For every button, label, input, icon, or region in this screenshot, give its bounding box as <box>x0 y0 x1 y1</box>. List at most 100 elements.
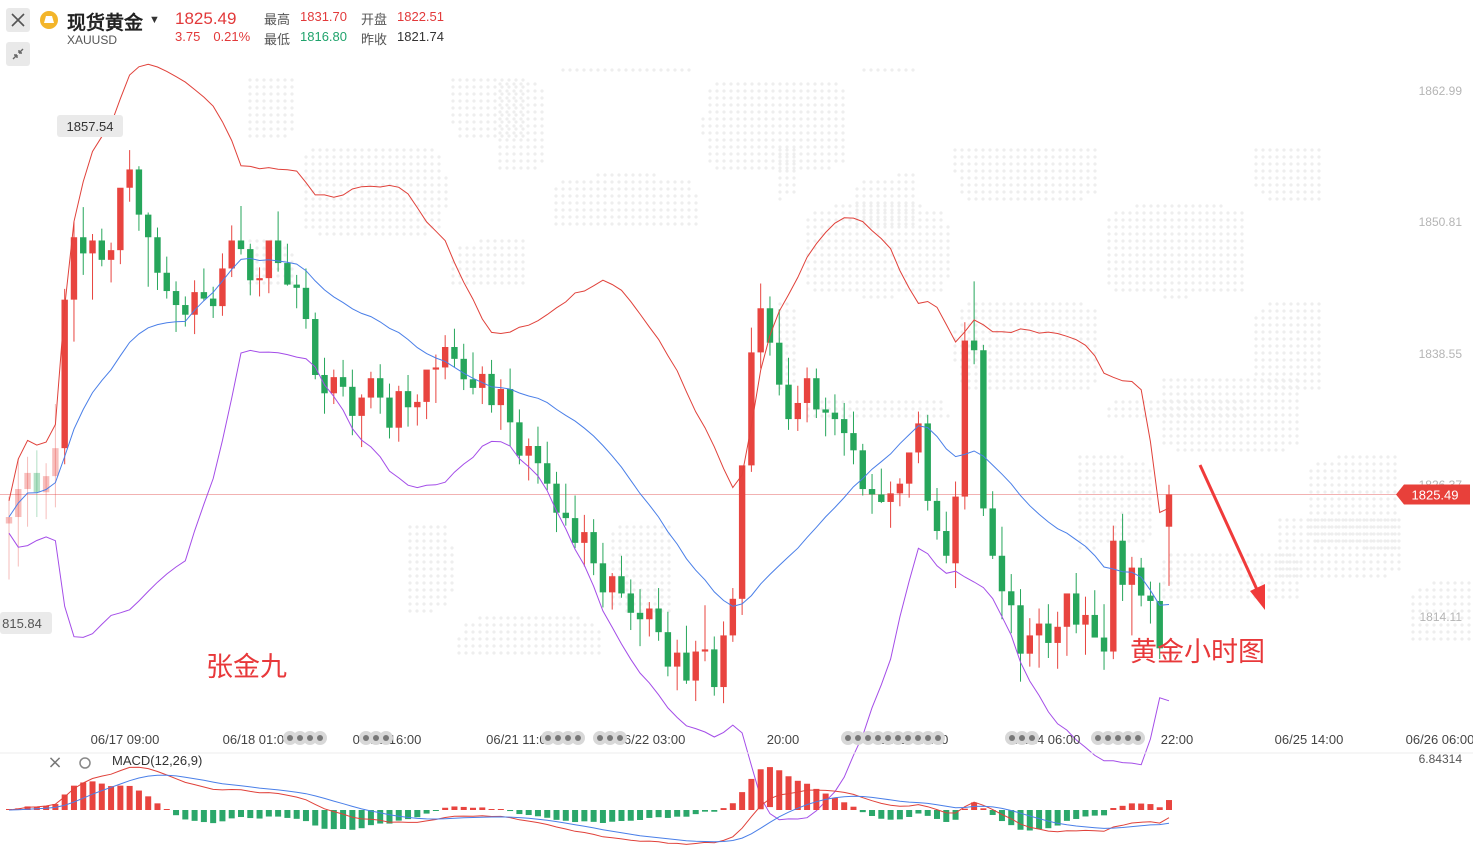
map-dot <box>416 225 420 229</box>
map-dot <box>1254 323 1258 327</box>
map-dot <box>673 68 677 72</box>
map-dot <box>1316 518 1320 522</box>
map-dot <box>1107 253 1111 257</box>
candle-up <box>107 250 115 260</box>
map-dot <box>855 215 859 219</box>
map-dot <box>519 145 523 149</box>
map-dot <box>1170 246 1174 250</box>
map-dot <box>1170 288 1174 292</box>
map-dot <box>1386 511 1390 515</box>
event-marker-core <box>935 735 941 741</box>
map-dot <box>1282 323 1286 327</box>
map-dot <box>1351 518 1355 522</box>
map-dot <box>1058 162 1062 166</box>
map-dot <box>458 246 462 250</box>
map-dot <box>1128 407 1132 411</box>
map-dot <box>1310 323 1314 327</box>
map-dot <box>1323 490 1327 494</box>
map-dot <box>1240 274 1244 278</box>
map-dot <box>479 260 483 264</box>
map-dot <box>1072 330 1076 334</box>
map-dot <box>813 288 817 292</box>
map-dot <box>806 246 810 250</box>
map-dot <box>1317 162 1321 166</box>
map-dot <box>1044 183 1048 187</box>
map-dot <box>1334 525 1338 529</box>
map-dot <box>429 574 433 578</box>
map-dot <box>596 180 600 184</box>
map-dot <box>1274 385 1278 389</box>
map-dot <box>652 194 656 198</box>
map-dot <box>1295 427 1299 431</box>
map-dot <box>388 211 392 215</box>
map-dot <box>1106 497 1110 501</box>
map-dot <box>631 68 635 72</box>
map-dot <box>701 124 705 128</box>
map-dot <box>785 103 789 107</box>
map-dot <box>729 152 733 156</box>
map-dot <box>1240 267 1244 271</box>
map-dot <box>262 85 266 89</box>
map-dot <box>582 180 586 184</box>
map-dot <box>374 169 378 173</box>
map-dot <box>1156 239 1160 243</box>
map-dot <box>603 68 607 72</box>
map-dot <box>415 546 419 550</box>
map-dot <box>541 623 545 627</box>
map-dot <box>911 274 915 278</box>
map-dot <box>443 567 447 571</box>
map-dot <box>1099 525 1103 529</box>
map-dot <box>436 546 440 550</box>
map-dot <box>1127 476 1131 480</box>
map-dot <box>974 176 978 180</box>
map-dot <box>512 159 516 163</box>
map-dot <box>631 180 635 184</box>
map-dot <box>562 616 566 620</box>
map-dot <box>514 78 518 82</box>
map-dot <box>486 239 490 243</box>
price-chart[interactable]: 1862.991850.811838.551826.371814.111825.… <box>0 0 1473 847</box>
map-dot <box>1205 246 1209 250</box>
map-dot <box>471 644 475 648</box>
map-dot <box>946 274 950 278</box>
map-dot <box>1099 469 1103 473</box>
map-dot <box>743 124 747 128</box>
bollinger-lower <box>8 349 1170 821</box>
map-dot <box>1205 204 1209 208</box>
map-dot <box>1184 232 1188 236</box>
map-dot <box>1261 148 1265 152</box>
map-dot <box>533 103 537 107</box>
map-dot <box>813 82 817 86</box>
map-dot <box>792 351 796 355</box>
map-dot <box>526 124 530 128</box>
map-dot <box>325 162 329 166</box>
map-dot <box>443 588 447 592</box>
map-dot <box>722 166 726 170</box>
map-dot <box>1379 546 1383 550</box>
map-dot <box>1330 483 1334 487</box>
map-dot <box>694 194 698 198</box>
map-dot <box>443 602 447 606</box>
map-dot <box>1285 532 1289 536</box>
map-dot <box>862 68 866 72</box>
map-dot <box>381 155 385 159</box>
map-dot <box>290 120 294 124</box>
map-dot <box>660 560 664 564</box>
map-dot <box>1289 309 1293 313</box>
map-dot <box>1065 330 1069 334</box>
map-dot <box>505 152 509 156</box>
map-dot <box>1246 427 1250 431</box>
map-dot <box>834 82 838 86</box>
map-dot <box>311 211 315 215</box>
map-dot <box>1183 427 1187 431</box>
map-dot <box>458 120 462 124</box>
map-dot <box>1232 392 1236 396</box>
map-dot <box>708 96 712 100</box>
map-dot <box>429 532 433 536</box>
map-dot <box>1078 511 1082 515</box>
map-dot <box>1114 281 1118 285</box>
map-dot <box>862 288 866 292</box>
map-dot <box>339 190 343 194</box>
map-dot <box>1141 476 1145 480</box>
map-dot <box>304 190 308 194</box>
